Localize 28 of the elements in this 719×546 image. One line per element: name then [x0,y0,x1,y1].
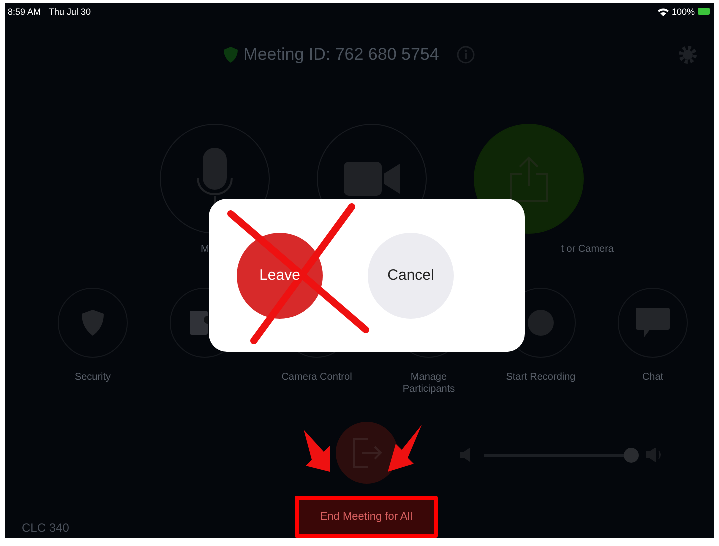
control-label: Camera Control [282,372,352,384]
control-label: Start Recording [506,372,576,384]
shield-icon [82,310,104,336]
control-label: M [200,244,210,255]
person-card-icon [190,311,208,335]
status-time: 8:59 AM [8,6,42,16]
control-label: t or Camera [560,244,614,255]
battery-percent: 100% [672,6,695,16]
slider-thumb[interactable] [624,448,640,462]
shield-icon [224,47,238,63]
wifi-icon [658,8,669,16]
control-label: Security [74,372,112,384]
arrow [304,430,330,472]
battery-icon [698,8,710,15]
arrow [388,425,422,472]
record-icon [528,310,554,336]
cancel-button[interactable]: Cancel [368,232,454,318]
control-label: Chat [642,372,664,384]
speaker-high-icon [646,448,664,462]
speaker-low-icon [460,448,470,462]
upload-icon [509,156,549,202]
video-camera-icon [344,162,400,196]
chat-bubble-icon [636,308,670,338]
status-date: Thu Jul 30 [49,6,92,16]
end-meeting-button[interactable]: End Meeting for All [295,496,438,538]
room-name: CLC 340 [22,521,70,535]
control-label: Manage Participants [402,372,456,396]
meeting-id: Meeting ID: 762 680 5754 [244,45,440,65]
